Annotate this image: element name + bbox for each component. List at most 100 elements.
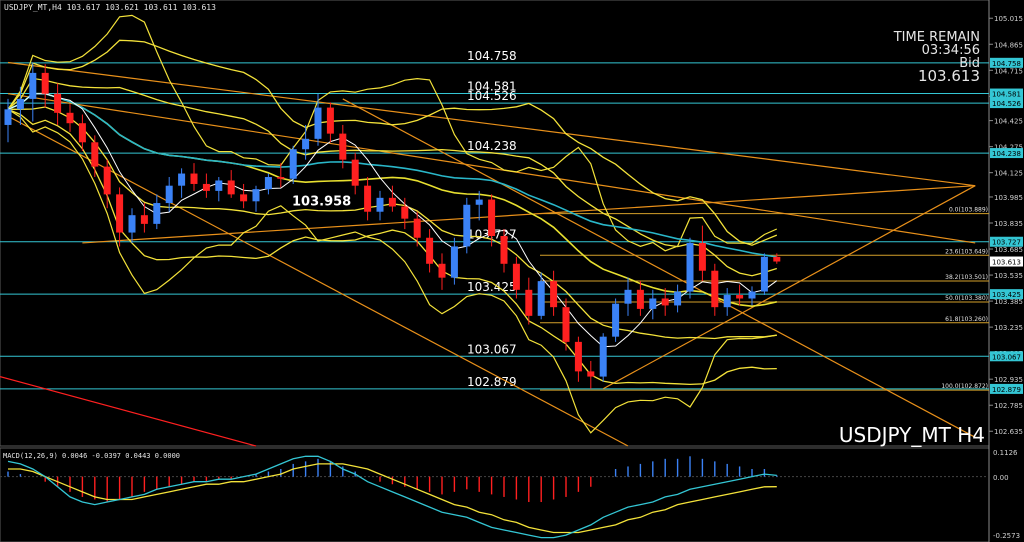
price-level-tag-text: 104.526 xyxy=(992,100,1021,108)
price-annotation: 103.958 xyxy=(292,195,351,210)
candle-body xyxy=(525,289,533,316)
candle-body xyxy=(66,112,74,124)
price-chart-svg: 104.758104.581104.526104.238103.727103.4… xyxy=(0,0,1023,542)
candle-body xyxy=(364,185,372,212)
candle-body xyxy=(599,336,607,377)
price-level-tag-text: 104.238 xyxy=(992,150,1021,158)
y-axis-tick-label: 105.015 xyxy=(994,15,1023,23)
candle-body xyxy=(736,295,744,299)
candle-body xyxy=(41,72,49,94)
candle-body xyxy=(612,303,620,337)
candle-body xyxy=(723,295,731,308)
price-level-tag-text: 103.727 xyxy=(992,239,1021,247)
y-axis-tick-label: 102.635 xyxy=(994,428,1023,436)
candle-body xyxy=(29,72,37,99)
candle-body xyxy=(240,194,248,202)
bollinger-band-10 xyxy=(7,108,777,434)
candle-body xyxy=(351,159,359,186)
y-axis-tick-label: 104.865 xyxy=(994,41,1023,49)
candle-body xyxy=(202,183,210,191)
candle-body xyxy=(326,107,334,134)
candle-body xyxy=(587,371,595,377)
candle-body xyxy=(103,166,111,195)
price-level-label: 104.238 xyxy=(467,139,517,153)
y-axis-tick-label: 104.425 xyxy=(994,118,1023,126)
y-axis-tick-label: 103.535 xyxy=(994,272,1023,280)
candle-body xyxy=(574,341,582,372)
candle-body xyxy=(450,246,458,278)
candle-body xyxy=(401,206,409,219)
macd-label: MACD(12,26,9) 0.0046 -0.0397 0.0443 0.00… xyxy=(3,452,180,460)
fibo-level-label: 23.6(103.649) xyxy=(945,248,988,255)
candle-body xyxy=(500,236,508,264)
candle-body xyxy=(512,263,520,290)
moving-average-5 xyxy=(7,93,778,348)
candle-body xyxy=(748,291,756,299)
candle-body xyxy=(128,215,136,233)
candle-body xyxy=(711,270,719,308)
candle-body xyxy=(314,107,322,139)
candle-body xyxy=(438,263,446,278)
candle-body xyxy=(178,173,186,186)
y-axis-tick-label: 103.385 xyxy=(994,298,1023,306)
price-level-label: 102.879 xyxy=(467,375,517,389)
candle-body xyxy=(227,180,235,195)
candle-body xyxy=(773,256,781,262)
fibo-level-label: 50.0(103.380) xyxy=(945,295,988,302)
candle-body xyxy=(140,215,148,224)
candle-body xyxy=(376,197,384,212)
candle-body xyxy=(550,281,558,308)
candle-body xyxy=(488,199,496,237)
candle-body xyxy=(624,289,632,304)
price-level-tag-text: 104.758 xyxy=(992,60,1021,68)
fibo-level-label: 100.0(102.872) xyxy=(941,383,988,390)
symbol-watermark: USDJPY_MT H4 xyxy=(839,423,985,447)
candle-body xyxy=(4,109,12,125)
trendline xyxy=(602,185,976,390)
fibo-level-label: 61.8(103.260) xyxy=(945,316,988,323)
trendline xyxy=(7,115,629,447)
candle-body xyxy=(463,204,471,247)
fibo-level-label: 0.0(103.889) xyxy=(949,207,988,214)
candle-body xyxy=(264,177,272,190)
candle-body xyxy=(649,298,657,309)
y-axis-tick-label: 103.685 xyxy=(994,246,1023,254)
macd-main-line xyxy=(7,455,777,539)
red-trendline xyxy=(0,376,257,447)
candle-body xyxy=(165,185,173,204)
candle-body xyxy=(190,173,198,184)
candle-body xyxy=(339,133,347,160)
price-level-label: 104.526 xyxy=(467,89,517,103)
bollinger-band-10 xyxy=(7,14,778,252)
fibo-level-label: 38.2(103.501) xyxy=(945,274,988,281)
candle-body xyxy=(277,177,285,179)
symbol-info-header: USDJPY_MT,H4 103.617 103.621 103.611 103… xyxy=(4,3,216,12)
candle-body xyxy=(661,298,669,306)
y-axis-tick-label: 102.785 xyxy=(994,402,1023,410)
price-level-tag-text: 103.067 xyxy=(992,353,1021,361)
candle-body xyxy=(562,307,570,342)
candle-body xyxy=(78,123,86,143)
candle-body xyxy=(698,242,706,271)
candle-body xyxy=(289,149,297,179)
candle-body xyxy=(674,291,682,306)
price-level-tag-text: 102.879 xyxy=(992,386,1021,394)
candle-body xyxy=(91,142,99,167)
candle-body xyxy=(636,289,644,309)
y-axis-tick-label: 103.235 xyxy=(994,324,1023,332)
bollinger-band-20 xyxy=(7,39,778,246)
y-axis-tick-label: 104.125 xyxy=(994,170,1023,178)
macd-tick-bottom: -0.2573 xyxy=(993,532,1020,540)
chart-window: 104.758104.581104.526104.238103.727103.4… xyxy=(0,0,1024,542)
candle-body xyxy=(537,281,545,316)
candle-body xyxy=(116,194,124,233)
price-level-label: 104.758 xyxy=(467,49,517,63)
candle-body xyxy=(302,138,310,150)
candle-body xyxy=(16,98,24,110)
candle-body xyxy=(686,242,694,292)
macd-tick-top: 0.1126 xyxy=(993,449,1018,457)
candle-body xyxy=(252,189,260,202)
macd-tick-zero: 0.00 xyxy=(993,474,1009,482)
price-level-tag-text: 103.425 xyxy=(992,291,1021,299)
price-level-label: 103.067 xyxy=(467,342,517,356)
